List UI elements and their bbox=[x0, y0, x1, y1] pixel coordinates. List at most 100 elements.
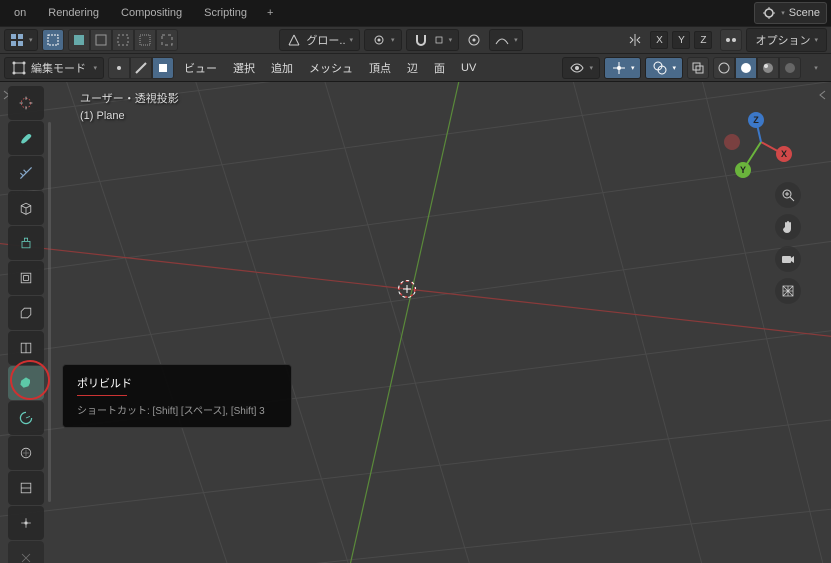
pivot-dropdown[interactable]: ▾ bbox=[364, 29, 402, 51]
tool-add-cube[interactable] bbox=[8, 191, 44, 225]
edge-slide-icon bbox=[18, 480, 34, 496]
xray-icon bbox=[690, 60, 706, 76]
nav-axis-y[interactable]: Y bbox=[735, 162, 751, 178]
nav-axis-z[interactable]: Z bbox=[748, 112, 764, 128]
menu-edge[interactable]: 辺 bbox=[401, 56, 424, 80]
camera-icon bbox=[780, 251, 796, 267]
selmode-4[interactable] bbox=[134, 29, 156, 51]
y-axis-line bbox=[335, 82, 470, 563]
tool-spin[interactable] bbox=[8, 401, 44, 435]
rip-icon bbox=[18, 550, 34, 563]
panel-toggle-right[interactable] bbox=[815, 88, 831, 104]
editor-type-dropdown[interactable]: ▾ bbox=[4, 29, 38, 51]
viewport[interactable]: ユーザー・透視投影 (1) Plane ポリビルド ショートカット: [Shif… bbox=[0, 82, 831, 563]
proportional-falloff-dropdown[interactable]: ▾ bbox=[489, 29, 523, 51]
extrude-icon bbox=[18, 235, 34, 251]
toolbar-scrollbar[interactable] bbox=[48, 122, 51, 502]
tool-draw[interactable] bbox=[8, 121, 44, 155]
perspective-button[interactable] bbox=[775, 278, 801, 304]
xray-toggle[interactable] bbox=[687, 57, 709, 79]
transform-orientation-dropdown[interactable]: グロー.. ▾ bbox=[279, 29, 360, 51]
mirror-x[interactable]: X bbox=[650, 31, 668, 49]
zoom-button[interactable] bbox=[775, 182, 801, 208]
axes-icon bbox=[286, 32, 302, 48]
tab-scripting[interactable]: Scripting bbox=[194, 3, 257, 23]
menu-face[interactable]: 面 bbox=[428, 56, 451, 80]
mirror-icon bbox=[627, 32, 643, 48]
camera-button[interactable] bbox=[775, 246, 801, 272]
snap-dropdown[interactable]: ▾ bbox=[406, 29, 460, 51]
selmode-2[interactable] bbox=[90, 29, 112, 51]
selmode-3[interactable] bbox=[112, 29, 134, 51]
tool-bevel[interactable] bbox=[8, 296, 44, 330]
cursor-3d bbox=[399, 281, 416, 298]
proportional-edit-toggle[interactable] bbox=[463, 29, 485, 51]
menu-mesh[interactable]: メッシュ bbox=[303, 56, 359, 80]
tool-smooth[interactable] bbox=[8, 436, 44, 470]
selmode-1[interactable] bbox=[68, 29, 90, 51]
edge-select-mode[interactable] bbox=[130, 57, 152, 79]
menu-add[interactable]: 追加 bbox=[265, 56, 299, 80]
menu-uv[interactable]: UV bbox=[455, 58, 482, 78]
ruler-icon bbox=[18, 165, 34, 181]
shading-solid[interactable] bbox=[735, 57, 757, 79]
menu-vertex[interactable]: 頂点 bbox=[363, 56, 397, 80]
shading-material[interactable] bbox=[757, 57, 779, 79]
grid-persp-icon bbox=[780, 283, 796, 299]
cursor-box-icon bbox=[45, 32, 61, 48]
selmode-5[interactable] bbox=[156, 29, 178, 51]
shading-rendered[interactable] bbox=[779, 57, 801, 79]
vertex-select-mode[interactable] bbox=[108, 57, 130, 79]
menu-select[interactable]: 選択 bbox=[227, 56, 261, 80]
add-workspace-button[interactable]: + bbox=[259, 7, 281, 19]
eye-icon bbox=[569, 60, 585, 76]
gizmo-dropdown[interactable]: ▾ bbox=[604, 57, 642, 79]
shading-mode-group bbox=[713, 57, 801, 79]
nav-axis-x[interactable]: X bbox=[776, 146, 792, 162]
brush-icon bbox=[18, 130, 34, 146]
mirror-z[interactable]: Z bbox=[694, 31, 712, 49]
first-tab-partial[interactable]: on bbox=[4, 3, 36, 23]
shading-options-dropdown[interactable]: ▾ bbox=[805, 57, 827, 79]
top-tabs-bar: on Rendering Compositing Scripting + ▾ S… bbox=[0, 0, 831, 26]
magnet-icon bbox=[413, 32, 429, 48]
overlay-dropdown[interactable]: ▾ bbox=[645, 57, 683, 79]
tool-shrink-fatten[interactable] bbox=[8, 506, 44, 540]
tool-extrude[interactable] bbox=[8, 226, 44, 260]
visibility-dropdown[interactable]: ▾ bbox=[562, 57, 600, 79]
tool-shelf bbox=[8, 86, 48, 563]
overlay-icon bbox=[652, 60, 668, 76]
pan-button[interactable] bbox=[775, 214, 801, 240]
mirror-y[interactable]: Y bbox=[672, 31, 690, 49]
mirror-icon-btn[interactable] bbox=[624, 29, 646, 51]
nav-gizmo[interactable]: X Y Z bbox=[721, 102, 801, 182]
select-tool-toggle[interactable] bbox=[42, 29, 64, 51]
hand-icon bbox=[780, 219, 796, 235]
grid-icon bbox=[9, 32, 25, 48]
tooltip-shortcut: ショートカット: [Shift] [スペース], [Shift] 3 bbox=[77, 402, 277, 417]
viewport-overlay-text: ユーザー・透視投影 (1) Plane bbox=[80, 90, 179, 122]
tab-compositing[interactable]: Compositing bbox=[111, 3, 192, 23]
scene-dropdown[interactable]: ▾ Scene bbox=[754, 2, 827, 24]
tool-edge-slide[interactable] bbox=[8, 471, 44, 505]
tool-rip[interactable] bbox=[8, 541, 44, 563]
zoom-icon bbox=[780, 187, 796, 203]
cursor-3d-icon bbox=[18, 95, 34, 111]
tab-rendering[interactable]: Rendering bbox=[38, 3, 109, 23]
tool-inset[interactable] bbox=[8, 261, 44, 295]
face-select-mode[interactable] bbox=[152, 57, 174, 79]
options-dropdown[interactable]: オプション ▾ bbox=[746, 28, 827, 52]
mode-dropdown[interactable]: 編集モード ▾ bbox=[4, 57, 104, 79]
tool-measure[interactable] bbox=[8, 156, 44, 190]
nav-axis-neg-x[interactable] bbox=[724, 134, 740, 150]
shading-wireframe[interactable] bbox=[713, 57, 735, 79]
polybuild-icon bbox=[18, 375, 34, 391]
viewport-grid bbox=[0, 82, 831, 563]
tool-cursor[interactable] bbox=[8, 86, 44, 120]
automerge-toggle[interactable] bbox=[720, 29, 742, 51]
tool-loopcut[interactable] bbox=[8, 331, 44, 365]
menu-view[interactable]: ビュー bbox=[178, 56, 223, 80]
loopcut-icon bbox=[18, 340, 34, 356]
chevron-down-icon: ▾ bbox=[781, 9, 785, 17]
tool-polybuild[interactable] bbox=[8, 366, 44, 400]
